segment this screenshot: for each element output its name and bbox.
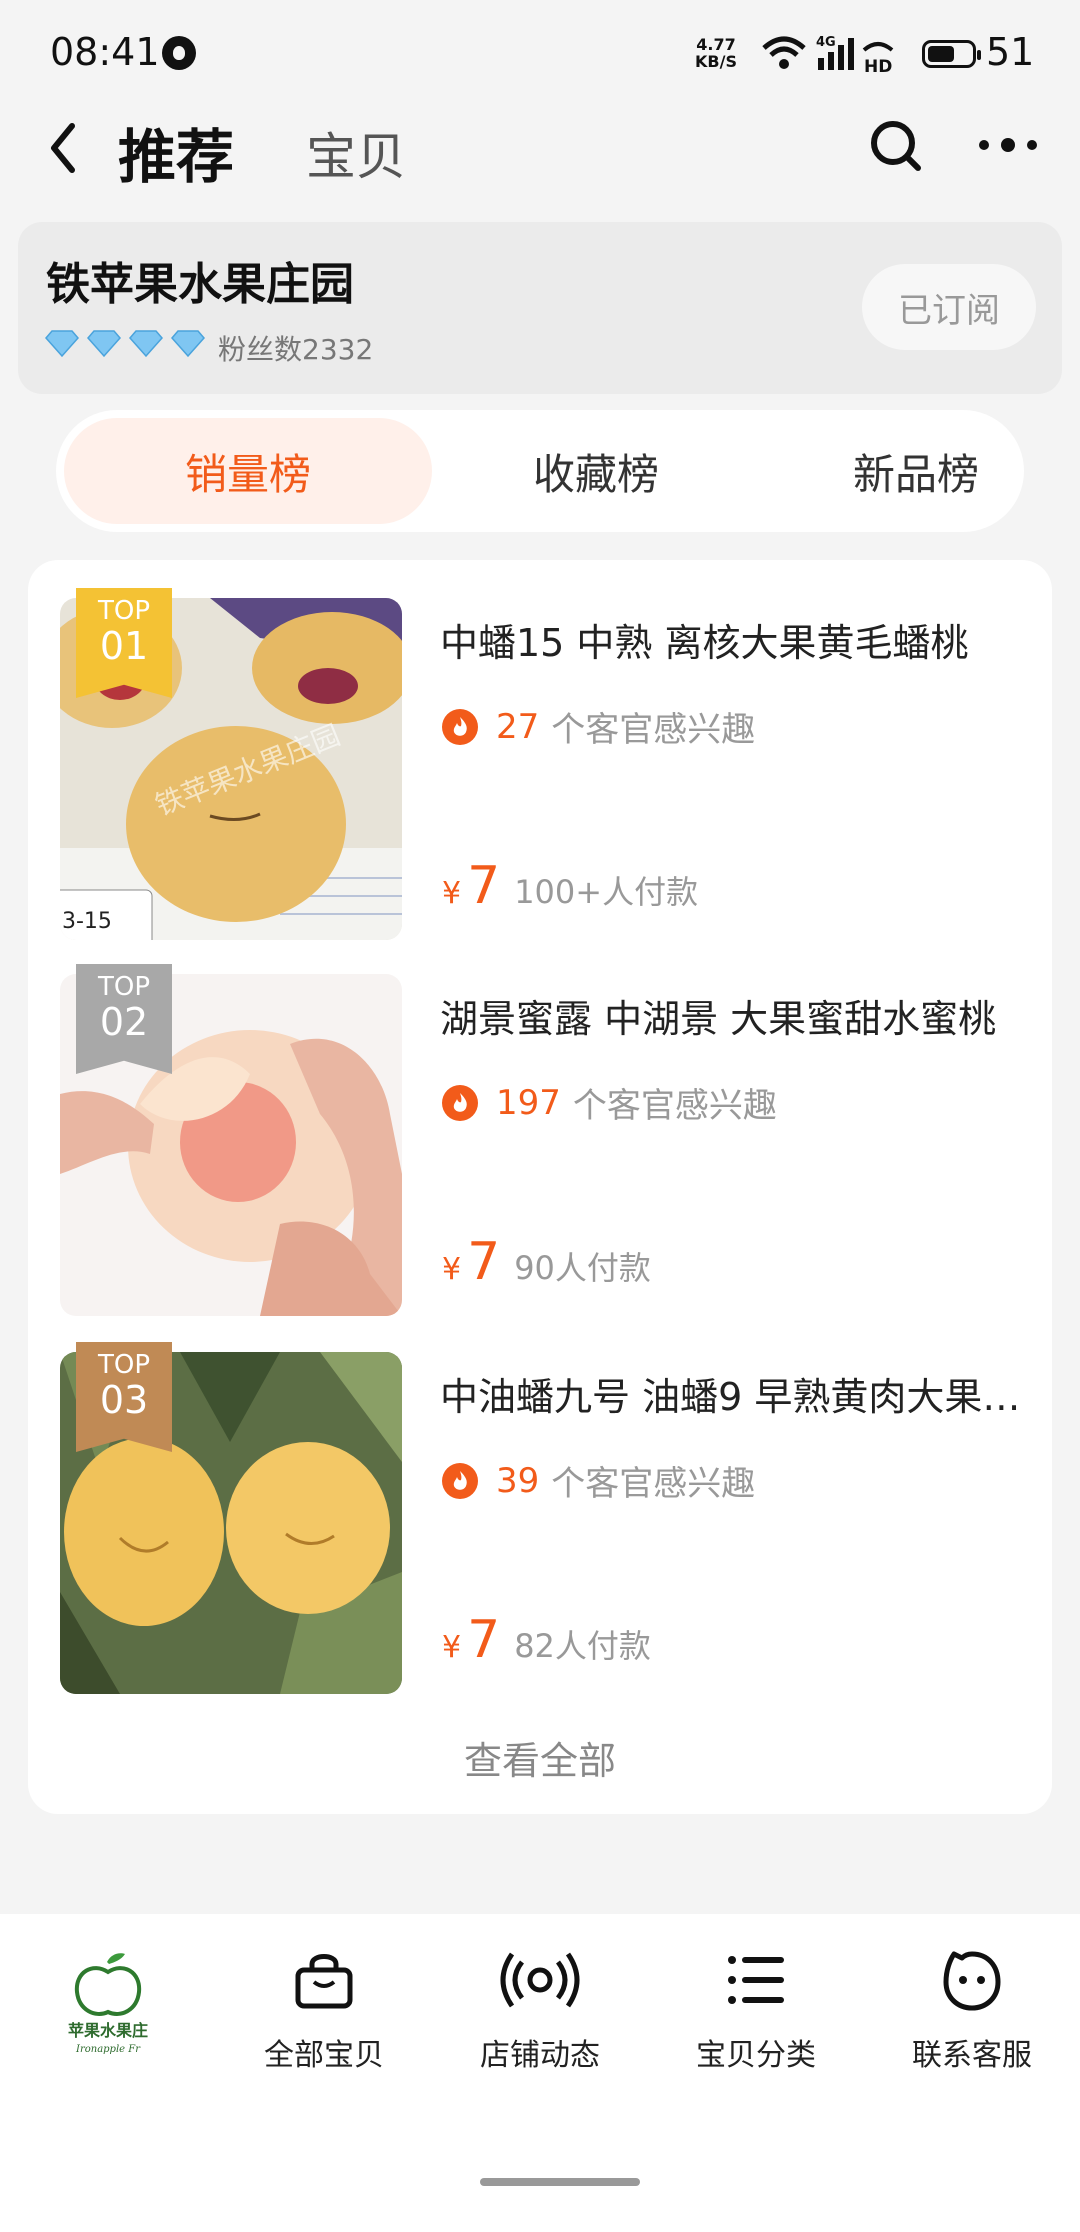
list-icon bbox=[728, 1956, 784, 2004]
paid-count: 82人付款 bbox=[514, 1627, 651, 1665]
list-item[interactable]: TOP 02 湖景蜜露 中湖景 大果蜜甜水蜜桃 197 个客官感兴趣 ¥ 7 9… bbox=[28, 964, 1052, 1318]
rank-badge: TOP 02 bbox=[76, 964, 172, 1074]
subscribed-button[interactable]: 已订阅 bbox=[862, 264, 1036, 350]
svg-text:HD: HD bbox=[864, 57, 892, 76]
interest-row: 39 个客官感兴趣 bbox=[442, 1456, 755, 1505]
nav-contact[interactable]: 联系客服 bbox=[864, 1914, 1080, 2094]
fire-icon bbox=[442, 1084, 478, 1121]
fans-count: 粉丝数2332 bbox=[218, 333, 374, 366]
svg-text:Ironapple Fr: Ironapple Fr bbox=[75, 2044, 141, 2055]
price: 7 bbox=[467, 1610, 501, 1670]
interest-row: 27 个客官感兴趣 bbox=[442, 702, 755, 751]
network-speed: 4.77 KB/S bbox=[695, 35, 737, 71]
list-item[interactable]: TOP 03 中油蟠九号 油蟠9 早熟黄肉大果油蟠 39 个客官感兴趣 ¥ 7 … bbox=[28, 1342, 1052, 1696]
ranking-tabs: 销量榜 收藏榜 新品榜 bbox=[56, 410, 1024, 532]
svg-text:苹果水果庄: 苹果水果庄 bbox=[68, 2021, 148, 2040]
status-bar: 08:41 4.77 KB/S 4G HD 51 bbox=[0, 0, 1080, 110]
ranking-list: 铁苹果水果庄园 3-15 TOP 01 中蟠15 中熟 离核大果黄毛蟠桃 27 … bbox=[28, 560, 1052, 1814]
tab-items[interactable]: 宝贝 bbox=[306, 117, 406, 189]
interest-row: 197 个客官感兴趣 bbox=[442, 1078, 777, 1127]
battery-icon bbox=[922, 40, 981, 68]
notification-icon bbox=[162, 36, 196, 70]
cell-signal-icon: 4G bbox=[816, 35, 854, 70]
more-icon[interactable] bbox=[976, 132, 1040, 158]
tab-recommend[interactable]: 推荐 bbox=[118, 110, 234, 194]
price-row: ¥ 7 100+人付款 bbox=[442, 856, 699, 916]
paid-count: 100+人付款 bbox=[514, 873, 699, 911]
diamond-rating-icon bbox=[45, 330, 205, 358]
home-indicator[interactable] bbox=[480, 2178, 640, 2186]
image-tag: 3-15 bbox=[62, 909, 112, 934]
rank-badge: TOP 01 bbox=[76, 588, 172, 698]
shop-name: 铁苹果水果庄园 bbox=[46, 259, 354, 310]
price-row: ¥ 7 90人付款 bbox=[442, 1232, 651, 1292]
list-item[interactable]: 铁苹果水果庄园 3-15 TOP 01 中蟠15 中熟 离核大果黄毛蟠桃 27 … bbox=[28, 588, 1052, 942]
status-time: 08:41 bbox=[50, 30, 160, 74]
product-title[interactable]: 中蟠15 中熟 离核大果黄毛蟠桃 bbox=[440, 612, 1040, 667]
product-title[interactable]: 湖景蜜露 中湖景 大果蜜甜水蜜桃 bbox=[440, 988, 1040, 1043]
svg-text:4G: 4G bbox=[816, 35, 836, 50]
paid-count: 90人付款 bbox=[514, 1249, 651, 1287]
nav-all-items[interactable]: 全部宝贝 bbox=[216, 1914, 432, 2094]
battery-level: 51 bbox=[986, 30, 1035, 74]
shop-logo-icon: 苹果水果庄 Ironapple Fr bbox=[68, 1953, 148, 2055]
back-arrow-icon[interactable] bbox=[40, 118, 90, 178]
shopping-bag-icon bbox=[295, 1954, 353, 2009]
shop-card[interactable]: 铁苹果水果庄园 粉丝数2332 已订阅 bbox=[18, 222, 1062, 394]
nav-shop-news[interactable]: 店铺动态 bbox=[432, 1914, 648, 2094]
product-title[interactable]: 中油蟠九号 油蟠9 早熟黄肉大果油蟠 bbox=[440, 1366, 1040, 1421]
price: 7 bbox=[467, 856, 501, 916]
fire-icon bbox=[442, 708, 478, 745]
price: 7 bbox=[467, 1232, 501, 1292]
fire-icon bbox=[442, 1462, 478, 1499]
hd-icon: HD bbox=[862, 42, 894, 76]
tab-favorites-ranking[interactable]: 收藏榜 bbox=[416, 410, 776, 532]
customer-service-icon bbox=[943, 1951, 1001, 2011]
rank-badge: TOP 03 bbox=[76, 1342, 172, 1452]
search-icon[interactable] bbox=[868, 118, 924, 174]
shop-logo[interactable]: 苹果水果庄 Ironapple Fr bbox=[0, 1914, 216, 2094]
tab-new-ranking[interactable]: 新品榜 bbox=[736, 410, 1080, 532]
tab-sales-ranking[interactable]: 销量榜 bbox=[64, 418, 432, 524]
broadcast-icon bbox=[500, 1952, 580, 2008]
wifi-icon bbox=[762, 36, 806, 69]
price-row: ¥ 7 82人付款 bbox=[442, 1610, 651, 1670]
signal-icons: 4G HD bbox=[762, 35, 894, 76]
view-all-link[interactable]: 查看全部 bbox=[28, 1730, 1052, 1785]
nav-categories[interactable]: 宝贝分类 bbox=[648, 1914, 864, 2094]
